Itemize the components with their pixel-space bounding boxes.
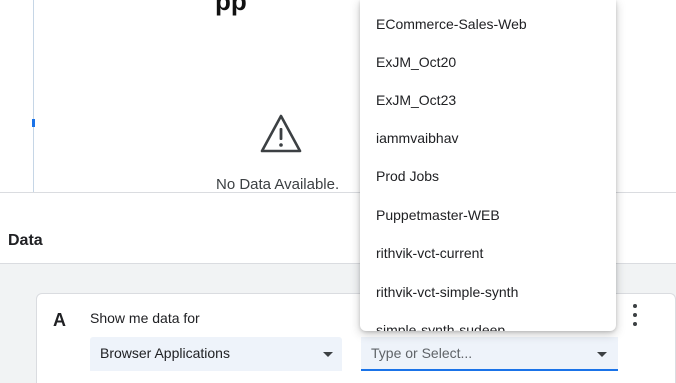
dropdown-option[interactable]: simple-synth-sudeep: [360, 311, 616, 331]
data-section-title: Data: [8, 232, 43, 249]
data-source-select[interactable]: Browser Applications: [90, 337, 342, 371]
entity-select[interactable]: [361, 337, 618, 371]
dropdown-option[interactable]: Prod Jobs: [360, 157, 616, 195]
dropdown-option[interactable]: Puppetmaster-WEB: [360, 196, 616, 234]
widget-title: pp: [215, 0, 247, 16]
chevron-down-icon: [323, 352, 333, 357]
entity-select-input[interactable]: [361, 337, 601, 369]
dropdown-option[interactable]: rithvik-vct-current: [360, 234, 616, 272]
entity-dropdown-menu: ECommerce-Sales-Web ExJM_Oct20 ExJM_Oct2…: [360, 0, 616, 331]
dropdown-option[interactable]: rithvik-vct-simple-synth: [360, 273, 616, 311]
more-vert-icon[interactable]: [627, 302, 643, 328]
dropdown-option[interactable]: ExJM_Oct20: [360, 43, 616, 81]
data-source-select-value: Browser Applications: [100, 345, 230, 361]
dropdown-option[interactable]: iammvaibhav: [360, 119, 616, 157]
chevron-down-icon[interactable]: [597, 352, 607, 357]
y-axis-marker: [32, 119, 35, 127]
y-axis-line: [33, 0, 34, 192]
query-letter: A: [53, 310, 66, 330]
page: pp No Data Available. Data A Show me dat…: [0, 0, 676, 383]
dropdown-option[interactable]: ExJM_Oct23: [360, 81, 616, 119]
dropdown-option[interactable]: ECommerce-Sales-Web: [360, 5, 616, 43]
no-data-message: No Data Available.: [216, 176, 340, 193]
show-me-label: Show me data for: [90, 310, 200, 326]
warning-icon: [260, 114, 302, 153]
